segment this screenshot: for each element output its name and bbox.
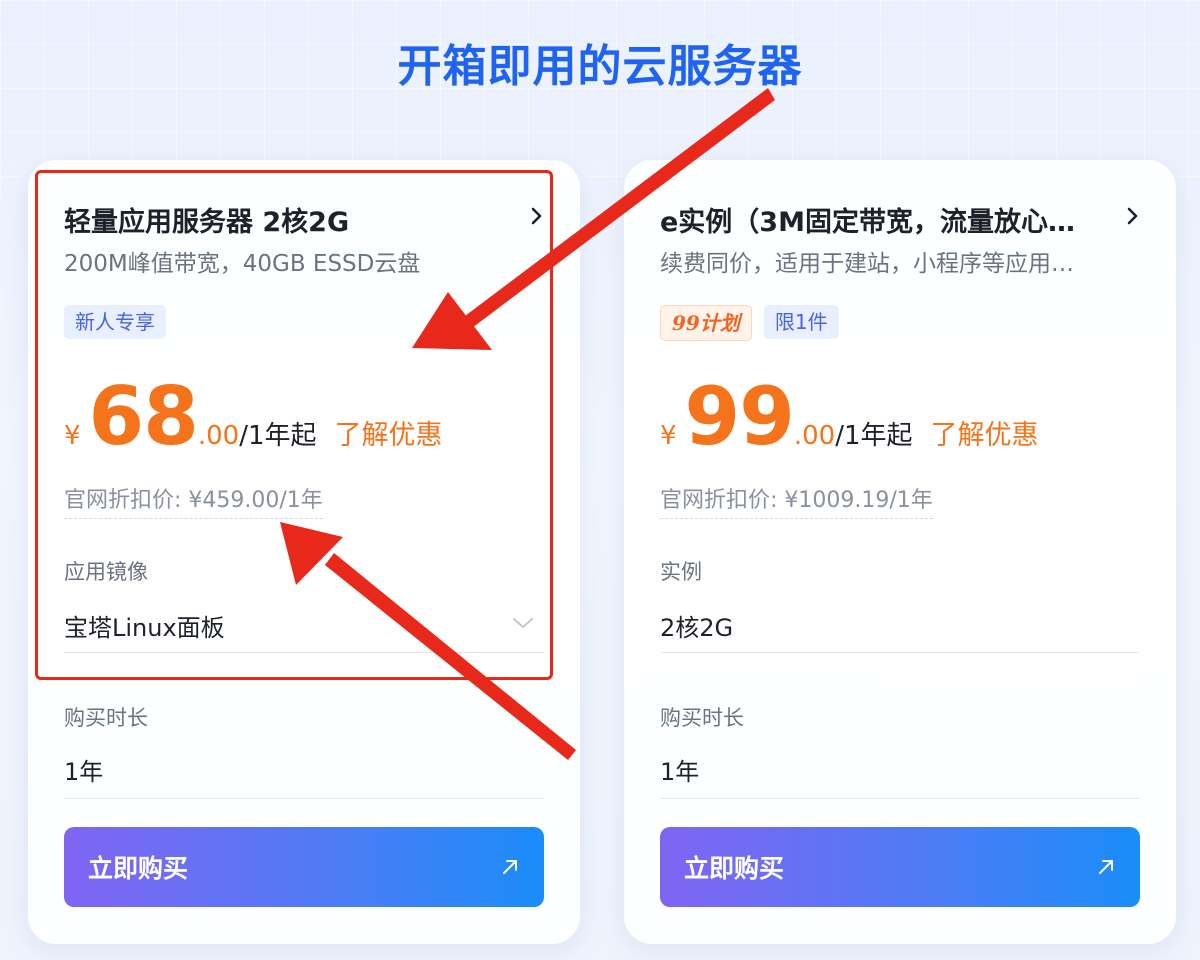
- field-label-duration: 购买时长: [64, 706, 148, 730]
- card-title[interactable]: 轻量应用服务器 2核2G: [64, 200, 518, 239]
- card-subtitle: 200M峰值带宽，40GB ESSD云盘: [64, 251, 421, 277]
- badge-new-user: 新人专享: [64, 305, 166, 339]
- price-currency: ¥: [660, 421, 677, 451]
- chevron-right-icon[interactable]: [1122, 200, 1144, 232]
- price-integer: 99: [684, 370, 795, 463]
- arrow-up-right-icon: [1099, 860, 1113, 874]
- badge-limit-one: 限1件: [763, 305, 839, 339]
- buy-now-button[interactable]: 立即购买: [64, 827, 544, 907]
- field-divider: [64, 652, 544, 653]
- card-title[interactable]: e实例（3M固定带宽，流量放心…: [660, 200, 1114, 239]
- badge-99-plan: 99计划: [660, 305, 752, 341]
- chevron-right-icon[interactable]: [526, 200, 548, 232]
- card-subtitle: 续费同价，适用于建站，小程序等应用…: [660, 251, 1074, 277]
- promo-link[interactable]: 了解优惠: [335, 413, 443, 452]
- arrow-up-right-icon: [503, 860, 517, 874]
- instance-value[interactable]: 2核2G: [660, 608, 733, 643]
- field-label-instance: 实例: [660, 560, 702, 584]
- badge-group: 新人专享: [64, 305, 166, 339]
- buy-now-button[interactable]: 立即购买: [660, 827, 1140, 907]
- image-select[interactable]: 宝塔Linux面板: [64, 608, 225, 643]
- price-decimal: .00: [197, 421, 240, 451]
- price-integer: 68: [88, 370, 199, 463]
- badge-group: 99计划 限1件: [660, 305, 839, 341]
- field-divider: [660, 798, 1140, 799]
- product-card-lightweight-server: 轻量应用服务器 2核2G 200M峰值带宽，40GB ESSD云盘 新人专享 ¥…: [28, 160, 580, 944]
- product-card-e-instance: e实例（3M固定带宽，流量放心… 续费同价，适用于建站，小程序等应用… 99计划…: [624, 160, 1176, 944]
- buy-button-label: 立即购买: [684, 854, 785, 883]
- original-price: 官网折扣价: ¥459.00/1年: [64, 482, 323, 519]
- price-currency: ¥: [64, 421, 81, 451]
- price-unit: /1年起: [835, 421, 913, 451]
- buy-button-label: 立即购买: [88, 854, 189, 883]
- original-price: 官网折扣价: ¥1009.19/1年: [660, 482, 933, 519]
- price-unit: /1年起: [239, 421, 317, 451]
- duration-value[interactable]: 1年: [660, 752, 699, 787]
- price-row: ¥ 99 .00 /1年起 了解优惠: [660, 370, 1039, 470]
- chevron-down-icon[interactable]: [512, 616, 534, 630]
- price-decimal: .00: [793, 421, 836, 451]
- field-divider: [64, 798, 544, 799]
- field-label-duration: 购买时长: [660, 706, 744, 730]
- promo-link[interactable]: 了解优惠: [931, 413, 1039, 452]
- field-label-image: 应用镜像: [64, 560, 148, 584]
- price-row: ¥ 68 .00 /1年起 了解优惠: [64, 370, 443, 470]
- duration-value[interactable]: 1年: [64, 752, 103, 787]
- field-divider: [660, 652, 1140, 653]
- page-title: 开箱即用的云服务器: [397, 41, 803, 92]
